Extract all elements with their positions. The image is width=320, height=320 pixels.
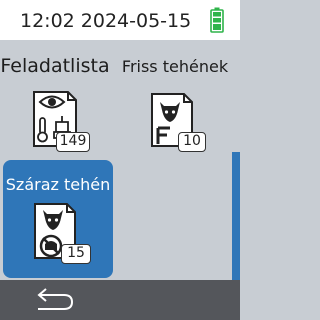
fresh-count-badge: 10 (178, 132, 206, 152)
footer-bar (0, 280, 240, 320)
back-arrow-icon[interactable] (30, 286, 78, 314)
task-list-label: Feladatlista (0, 55, 110, 77)
status-bar: 12:02 2024-05-15 (0, 0, 240, 40)
dry-count-badge: 15 (61, 244, 91, 264)
dry-cow-label: Száraz tehén (5, 175, 111, 194)
fresh-cows-tile[interactable]: Friss tehének 10 (118, 50, 232, 166)
task-list-tile[interactable]: Feladatlista 149 (0, 50, 114, 166)
datetime: 12:02 2024-05-15 (20, 10, 192, 32)
dry-cow-tile[interactable]: Száraz tehén 15 (3, 160, 113, 278)
fresh-cows-label: Friss tehének (121, 57, 229, 76)
battery-full-icon (210, 7, 224, 33)
menu-grid: Feladatlista 149 Friss tehének 10 Száraz… (0, 40, 240, 320)
task-count-badge: 149 (56, 132, 90, 152)
